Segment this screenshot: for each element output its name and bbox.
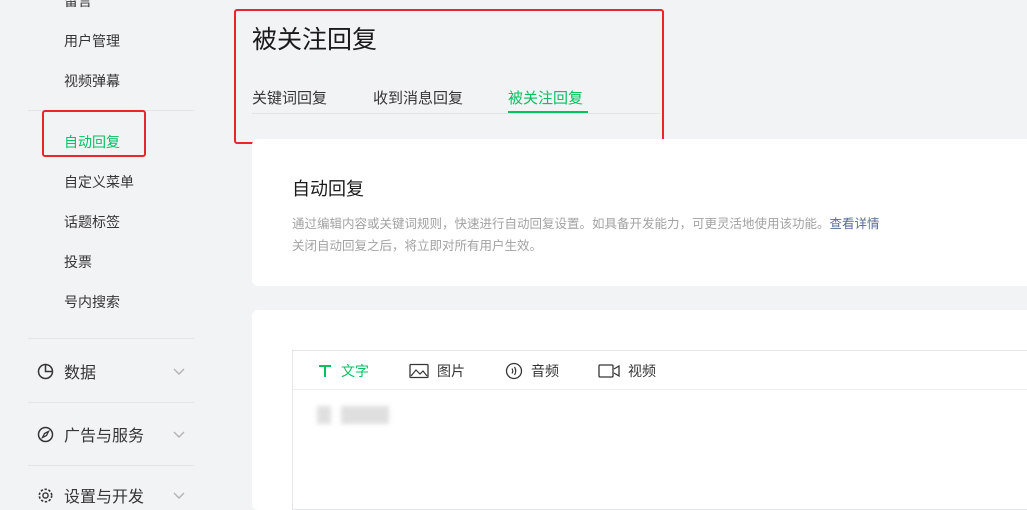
sidebar-group-data[interactable]: 数据 [36, 359, 192, 383]
info-card-note: 关闭自动回复之后，将立即对所有用户生效。 [292, 238, 543, 253]
sidebar-item-in-account-search[interactable]: 号内搜索 [64, 292, 120, 312]
tool-image[interactable]: 图片 [409, 361, 465, 381]
tool-text[interactable]: 文字 [317, 361, 369, 381]
tab-follow-reply[interactable]: 被关注回复 [508, 87, 583, 108]
audio-icon [505, 362, 523, 380]
sidebar-divider [28, 338, 194, 339]
chevron-down-icon [172, 363, 186, 382]
compass-icon [36, 425, 54, 443]
sidebar-divider [28, 465, 194, 466]
highlight-box-sidebar [42, 110, 146, 157]
sidebar-group-label: 设置与开发 [64, 487, 145, 506]
tool-label: 视频 [628, 364, 656, 380]
sidebar-group-ads-services[interactable]: 广告与服务 [36, 422, 192, 446]
page-title: 被关注回复 [252, 25, 378, 54]
sidebar-group-label: 广告与服务 [64, 426, 145, 445]
gear-icon [36, 486, 54, 504]
sidebar-group-settings-dev[interactable]: 设置与开发 [36, 483, 192, 507]
chevron-down-icon [172, 487, 186, 506]
text-icon [317, 363, 333, 379]
editor-toolbar: 文字 图片 音频 视频 [293, 351, 1027, 390]
tool-video[interactable]: 视频 [598, 361, 656, 381]
sidebar-item-comments[interactable]: 留言 [64, 0, 92, 11]
tab-keyword-reply[interactable]: 关键词回复 [252, 87, 327, 108]
chevron-down-icon [172, 426, 186, 445]
tool-audio[interactable]: 音频 [505, 361, 559, 381]
info-card-description: 通过编辑内容或关键词规则，快速进行自动回复设置。如具备开发能力，可更灵活地使用该… [292, 213, 880, 232]
reply-editor: 文字 图片 音频 视频 [292, 350, 1027, 510]
sidebar-item-video-danmaku[interactable]: 视频弹幕 [64, 71, 120, 91]
sidebar-item-topic-tags[interactable]: 话题标签 [64, 212, 120, 232]
blurred-content [341, 406, 389, 424]
sidebar-item-user-management[interactable]: 用户管理 [64, 31, 120, 51]
tool-label: 音频 [531, 364, 559, 380]
info-card-title: 自动回复 [292, 179, 364, 200]
sidebar-group-label: 数据 [64, 363, 97, 382]
view-details-link[interactable]: 查看详情 [830, 216, 880, 231]
description-text: 通过编辑内容或关键词规则，快速进行自动回复设置。如具备开发能力，可更灵活地使用该… [292, 216, 830, 231]
pie-chart-icon [36, 362, 54, 380]
sidebar: 留言 用户管理 视频弹幕 自动回复 自定义菜单 话题标签 投票 号内搜索 数据 … [0, 0, 213, 506]
sidebar-divider [28, 402, 194, 403]
tab-message-reply[interactable]: 收到消息回复 [373, 87, 463, 108]
tabs-divider [252, 113, 660, 114]
blurred-content [317, 406, 331, 424]
image-icon [409, 363, 429, 379]
sidebar-item-custom-menu[interactable]: 自定义菜单 [64, 172, 134, 192]
tool-label: 图片 [437, 364, 465, 380]
sidebar-item-vote[interactable]: 投票 [64, 252, 92, 272]
active-tab-indicator [508, 111, 588, 113]
tool-label: 文字 [341, 364, 369, 380]
video-icon [598, 363, 620, 379]
